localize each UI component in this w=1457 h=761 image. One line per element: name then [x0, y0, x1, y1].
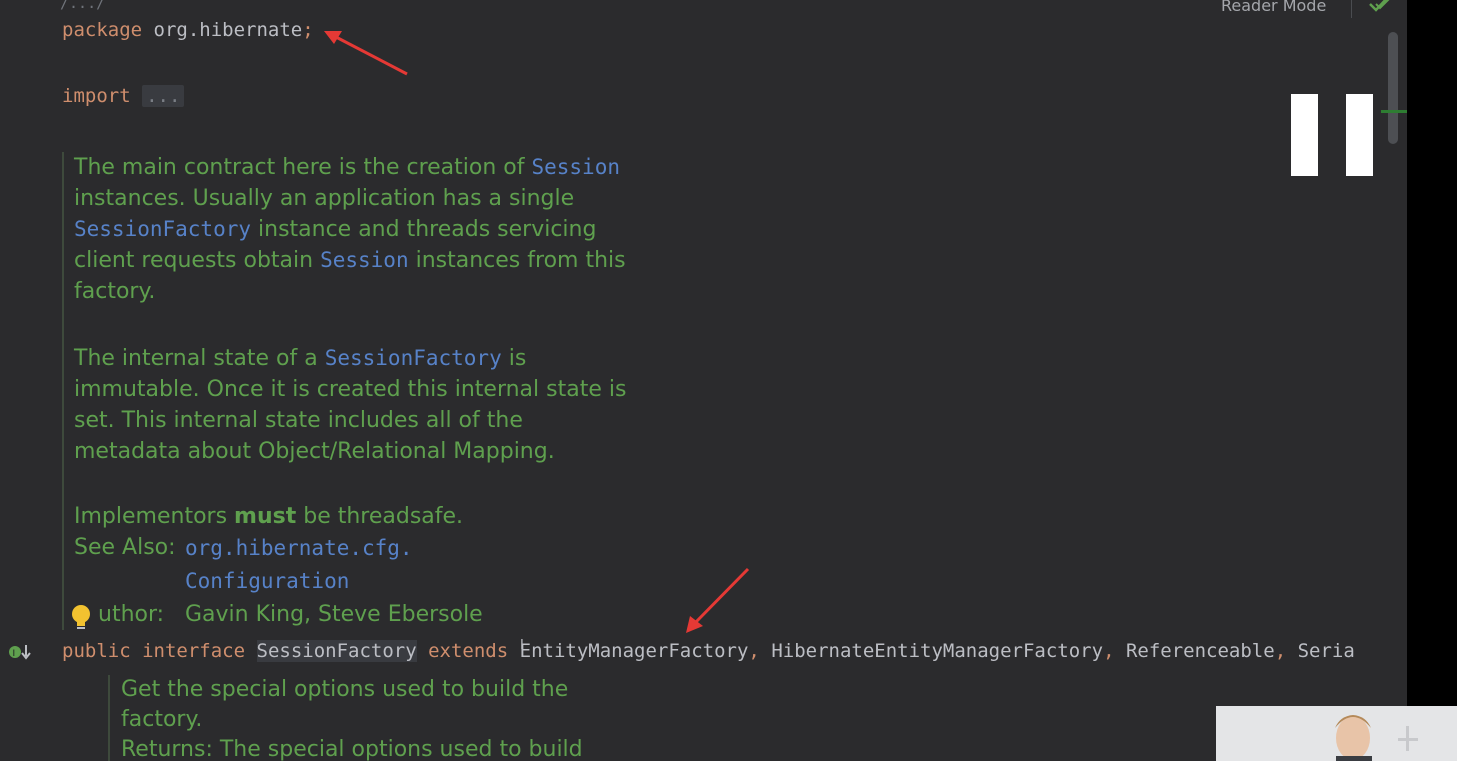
- webcam-overlay: [1216, 706, 1457, 761]
- arrow-annotation: [324, 31, 408, 76]
- screen-border: [1407, 0, 1457, 761]
- presenter-video: [1216, 706, 1457, 761]
- code-editor[interactable]: /.../ package org.hibernate; import ... …: [0, 0, 1407, 761]
- annotation-overlay: [324, 31, 750, 633]
- arrow-annotation: [686, 567, 750, 633]
